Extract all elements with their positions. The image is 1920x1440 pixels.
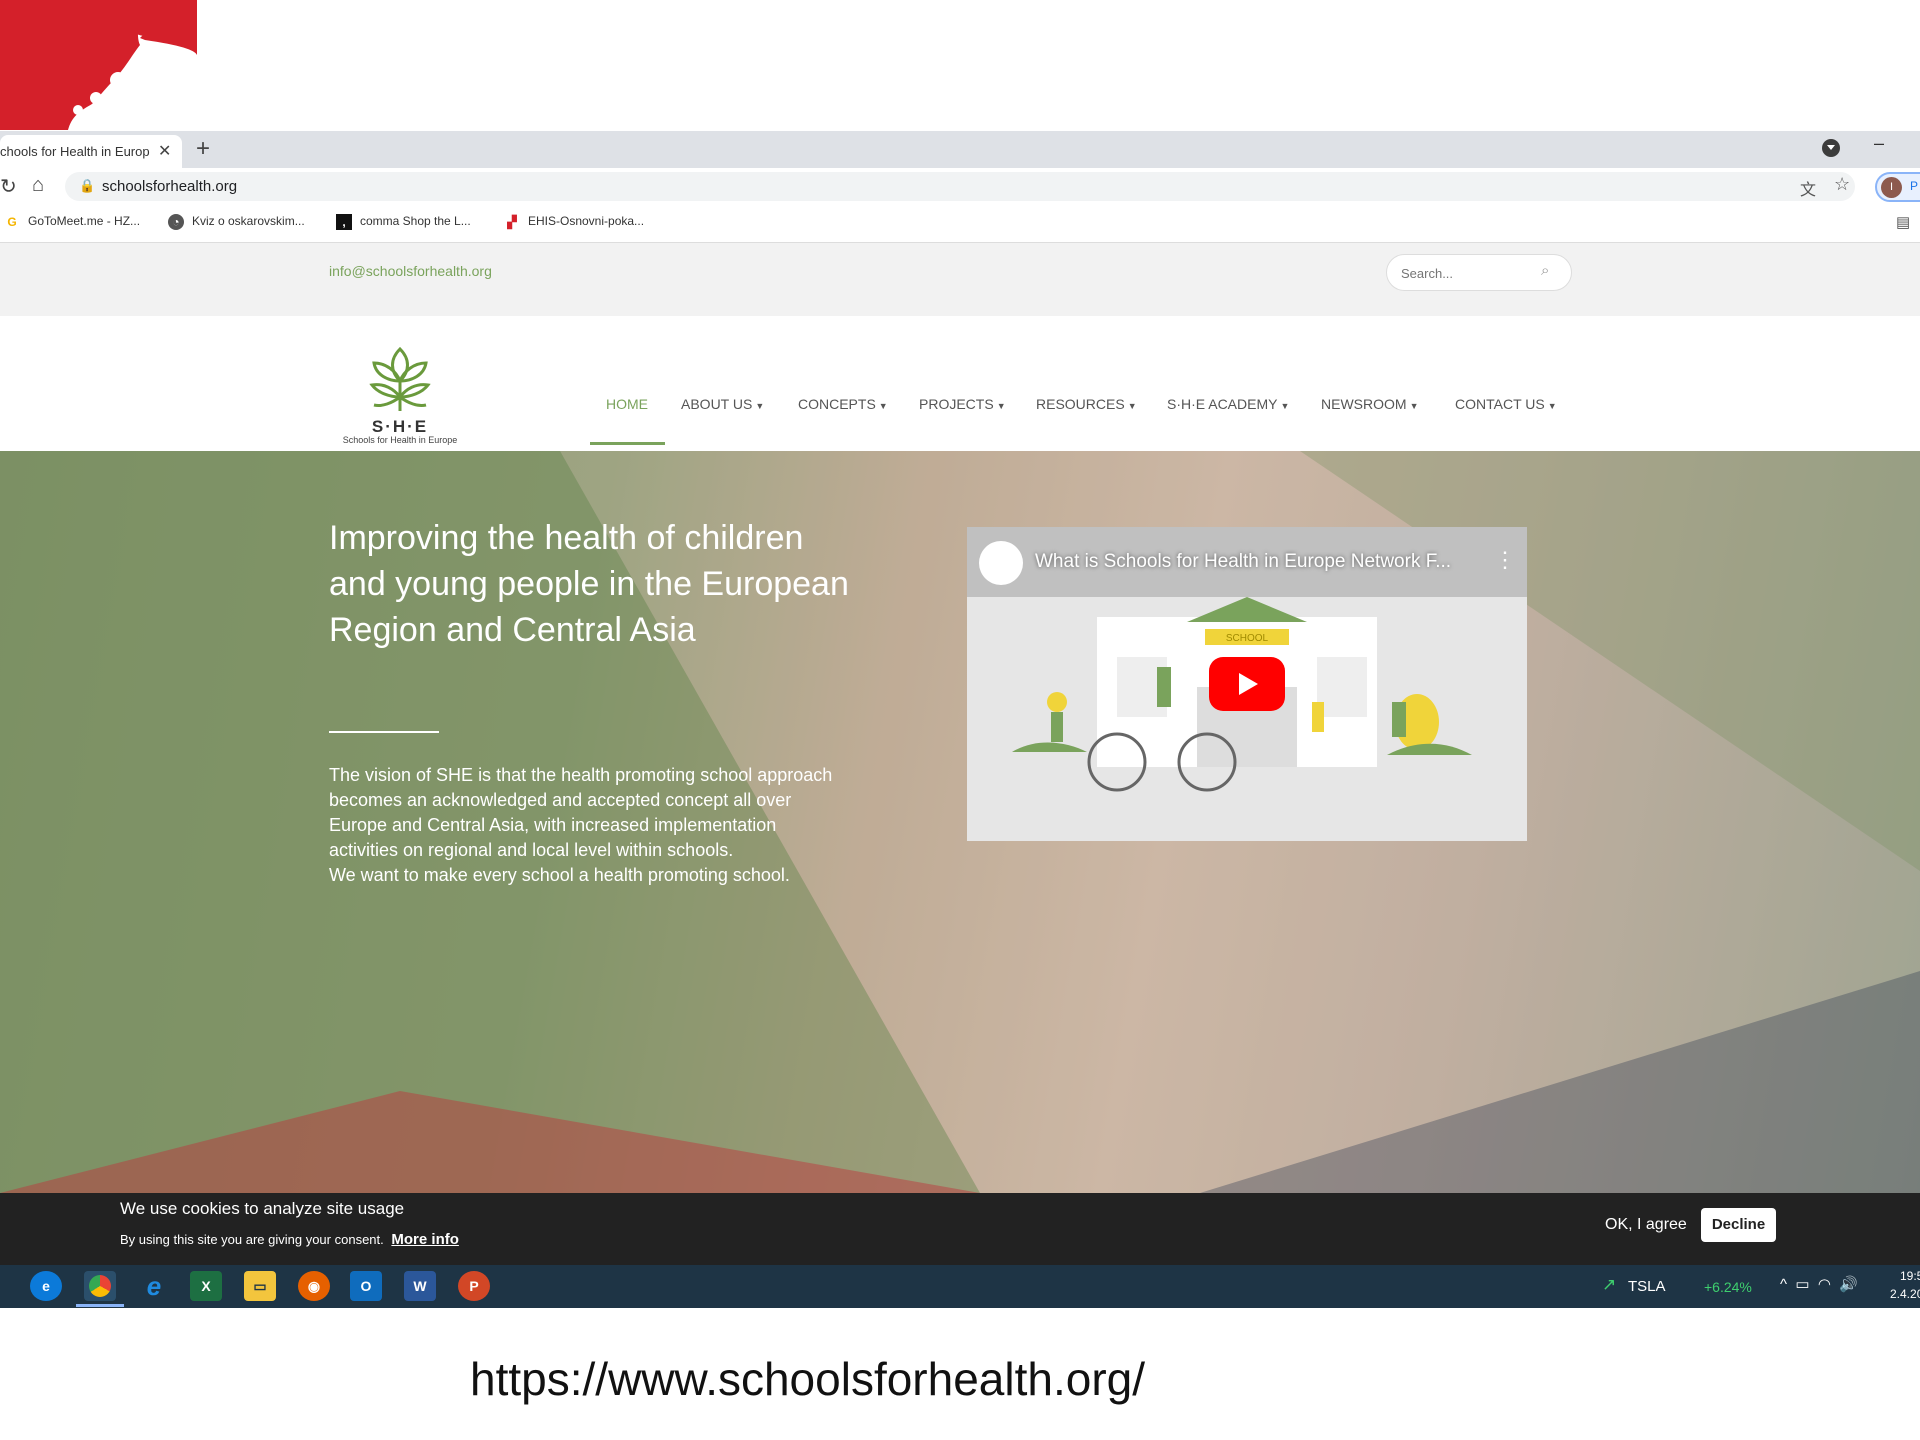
word-icon[interactable]: W bbox=[404, 1271, 436, 1301]
more-vert-icon[interactable]: ⋮ bbox=[1494, 547, 1516, 573]
reading-list-icon[interactable]: ▤ bbox=[1896, 213, 1910, 231]
she-logo[interactable]: S·H·E Schools for Health in Europe bbox=[330, 341, 470, 445]
bookmark-gotomeet[interactable]: G GoToMeet.me - HZ... bbox=[4, 214, 140, 230]
site-top-bar: info@schoolsforhealth.org ⌕ bbox=[0, 243, 1920, 316]
profile-label: P bbox=[1910, 179, 1919, 193]
caret-down-icon: ▼ bbox=[1127, 401, 1137, 411]
more-info-link[interactable]: More info bbox=[391, 1231, 459, 1248]
excel-icon[interactable]: X bbox=[190, 1271, 222, 1301]
nav-concepts[interactable]: CONCEPTS ▼ bbox=[798, 396, 888, 412]
bookmarks-bar: G GoToMeet.me - HZ... ◔ Kviz o oskarovskim… bbox=[0, 205, 1920, 243]
bookmark-kviz[interactable]: ◔ Kviz o oskarovskim... bbox=[168, 214, 305, 230]
search-input[interactable] bbox=[1399, 265, 1539, 282]
browser-toolbar: ↻ ⌂ 🔒 schoolsforhealth.org 文 ☆ bbox=[0, 168, 1920, 205]
agree-button[interactable]: OK, I agree bbox=[1605, 1216, 1687, 1234]
edge-icon[interactable]: e bbox=[30, 1271, 62, 1301]
caret-down-icon: ▼ bbox=[1409, 401, 1419, 411]
minimize-window-icon[interactable]: – bbox=[1874, 133, 1884, 154]
decline-button[interactable]: Decline bbox=[1701, 1208, 1776, 1242]
nav-about-us[interactable]: ABOUT US ▼ bbox=[681, 396, 764, 412]
explorer-icon[interactable]: ▭ bbox=[244, 1271, 276, 1301]
bookmark-ehis[interactable]: ▞ EHIS-Osnovni-poka... bbox=[504, 214, 644, 230]
system-tray[interactable]: ^ ▭ ◠ 🔊 bbox=[1780, 1275, 1858, 1293]
nav-projects[interactable]: PROJECTS ▼ bbox=[919, 396, 1006, 412]
stock-change: +6.24% bbox=[1704, 1279, 1752, 1295]
hero-background-shapes bbox=[0, 451, 1920, 1193]
active-nav-indicator bbox=[590, 442, 665, 445]
cookie-consent-bar: We use cookies to analyze site usage By … bbox=[0, 1193, 1920, 1265]
hero-banner: Improving the health of children and you… bbox=[0, 451, 1920, 1193]
nav-home[interactable]: HOME bbox=[606, 396, 648, 412]
cookie-heading: We use cookies to analyze site usage bbox=[120, 1199, 405, 1218]
tab-title: chools for Health in Europ bbox=[0, 144, 150, 159]
hero-description: The vision of SHE is that the health pro… bbox=[329, 763, 849, 888]
school-sign-text: SCHOOL bbox=[1226, 633, 1269, 644]
g-logo-icon: G bbox=[7, 215, 17, 229]
nav-contact-us[interactable]: CONTACT US ▼ bbox=[1455, 396, 1557, 412]
browser-tab[interactable]: chools for Health in Europ ✕ bbox=[0, 135, 182, 168]
caret-down-icon: ▼ bbox=[1280, 401, 1290, 411]
video-title[interactable]: What is Schools for Health in Europe Net… bbox=[1035, 551, 1451, 573]
address-bar[interactable]: 🔒 schoolsforhealth.org 文 ☆ bbox=[65, 172, 1855, 201]
tab-close-icon[interactable]: ✕ bbox=[158, 141, 171, 161]
caret-down-icon: ▼ bbox=[996, 401, 1006, 411]
slide-caption-url: https://www.schoolsforhealth.org/ bbox=[470, 1353, 1145, 1405]
profile-button[interactable]: I P bbox=[1875, 172, 1920, 202]
windows-taskbar: e e X ▭ ◉ O W P ↗ TSLA +6.24% ^ ▭ ◠ 🔊 19… bbox=[0, 1265, 1920, 1308]
nav-resources[interactable]: RESOURCES ▼ bbox=[1036, 396, 1137, 412]
logo-wordmark: S·H·E bbox=[371, 417, 429, 436]
hero-paragraph-vision: The vision of SHE is that the health pro… bbox=[329, 765, 833, 860]
logo-subtitle: Schools for Health in Europe bbox=[342, 435, 458, 445]
stock-ticker[interactable]: TSLA bbox=[1628, 1278, 1666, 1295]
clock-time[interactable]: 19:5 bbox=[1900, 1269, 1920, 1283]
ie-icon[interactable]: e bbox=[138, 1271, 170, 1301]
search-icon[interactable]: ⌕ bbox=[1541, 262, 1549, 279]
contact-email-link[interactable]: info@schoolsforhealth.org bbox=[329, 263, 492, 279]
tab-search-icon[interactable] bbox=[1822, 139, 1840, 157]
lock-icon: 🔒 bbox=[79, 178, 96, 193]
site-search-box[interactable]: ⌕ bbox=[1386, 254, 1572, 291]
pdf-icon: ▞ bbox=[507, 215, 517, 229]
hero-divider bbox=[329, 731, 439, 733]
hero-title: Improving the health of children and you… bbox=[329, 519, 849, 649]
chrome-icon[interactable] bbox=[76, 1271, 124, 1307]
caret-down-icon: ▼ bbox=[878, 401, 888, 411]
new-tab-button[interactable]: + bbox=[196, 135, 210, 163]
hero-paragraph-mission: We want to make every school a health pr… bbox=[329, 865, 790, 885]
comma-logo-icon: , bbox=[336, 214, 352, 230]
caret-down-icon: ▼ bbox=[755, 401, 765, 411]
she-leaf-icon bbox=[369, 346, 431, 411]
main-navigation: S·H·E Schools for Health in Europe HOME … bbox=[0, 316, 1920, 451]
translate-icon[interactable]: 文 bbox=[1800, 176, 1816, 200]
avatar: I bbox=[1881, 177, 1902, 198]
firefox-icon[interactable]: ◉ bbox=[298, 1271, 330, 1301]
nav-she-academy[interactable]: S·H·E ACADEMY ▼ bbox=[1167, 396, 1289, 412]
caret-down-icon: ▼ bbox=[1547, 401, 1557, 411]
cookie-body: By using this site you are giving your c… bbox=[120, 1231, 459, 1248]
globe-icon: ◔ bbox=[168, 214, 184, 230]
nav-newsroom[interactable]: NEWSROOM ▼ bbox=[1321, 396, 1418, 412]
url-text: schoolsforhealth.org bbox=[102, 178, 238, 195]
youtube-video-embed[interactable]: SCHOOL What is Schools for Health in Eur… bbox=[967, 527, 1527, 841]
powerpoint-icon[interactable]: P bbox=[458, 1271, 490, 1301]
play-button[interactable] bbox=[1209, 657, 1285, 711]
clock-date[interactable]: 2.4.20 bbox=[1890, 1287, 1920, 1301]
tab-strip: chools for Health in Europ ✕ + – bbox=[0, 131, 1920, 168]
outlook-icon[interactable]: O bbox=[350, 1271, 382, 1301]
slide-logo-shape bbox=[0, 0, 197, 130]
channel-avatar[interactable] bbox=[979, 541, 1023, 585]
bookmark-comma[interactable]: , comma Shop the L... bbox=[336, 214, 471, 230]
bookmark-star-icon[interactable]: ☆ bbox=[1834, 174, 1850, 195]
stock-trend-icon: ↗ bbox=[1602, 1275, 1617, 1294]
home-icon[interactable]: ⌂ bbox=[32, 174, 44, 197]
cookie-consent-text: By using this site you are giving your c… bbox=[120, 1232, 384, 1247]
reload-icon[interactable]: ↻ bbox=[0, 174, 17, 199]
